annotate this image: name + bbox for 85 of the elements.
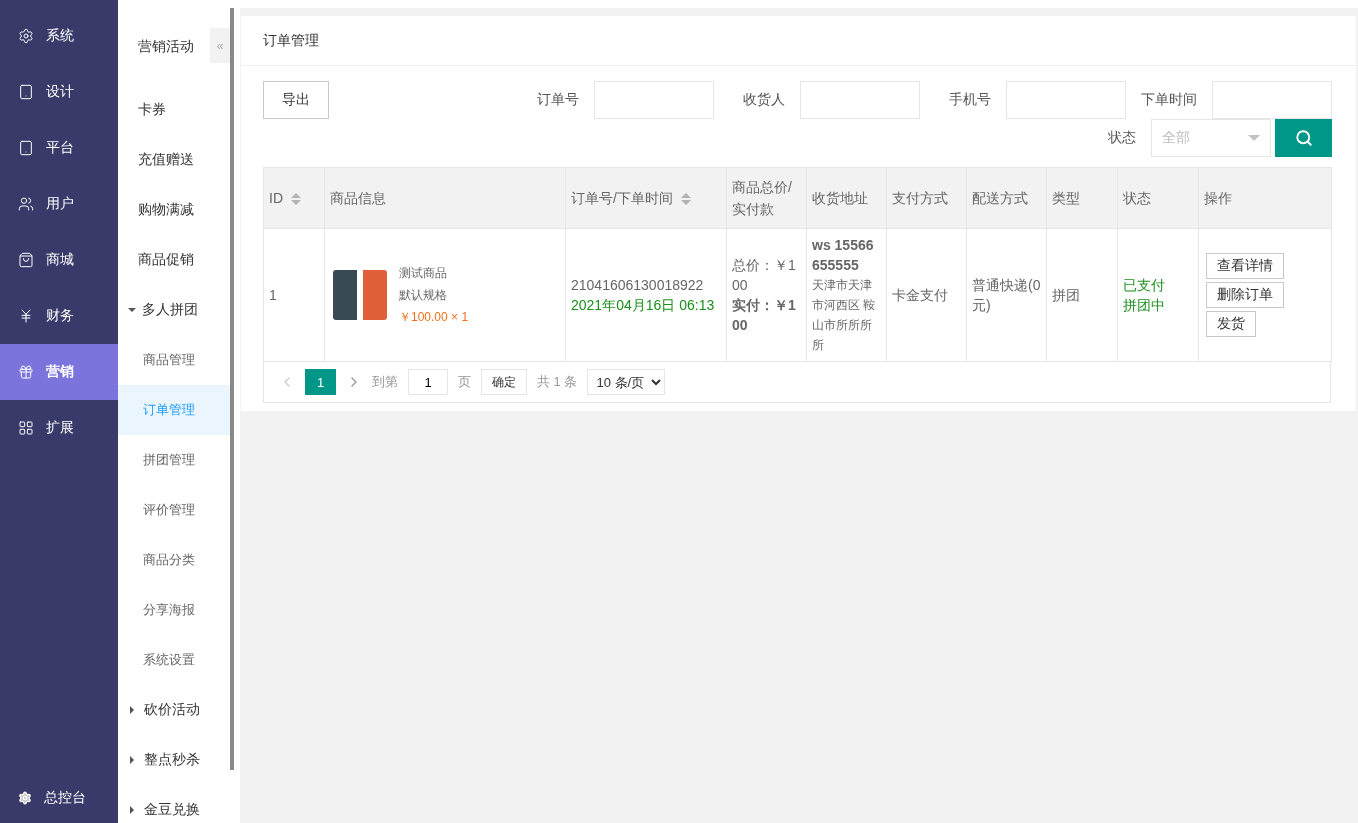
column-header: 支付方式 (886, 167, 967, 229)
order-number: 21041606130018922 (571, 276, 705, 295)
export-button[interactable]: 导出 (263, 81, 329, 119)
column-header: 类型 (1046, 167, 1118, 229)
submenu-item[interactable]: 评价管理 (118, 485, 230, 535)
submenu-item[interactable]: 砍价活动 (118, 685, 230, 735)
gift-icon (18, 364, 34, 380)
order-time: 2021年04月16日 06:13 (571, 296, 716, 315)
nav-item[interactable]: 商城 (0, 232, 118, 288)
field-label: 下单时间 (1140, 91, 1198, 109)
bag-icon (18, 252, 34, 268)
input-field[interactable] (800, 81, 920, 119)
page-unit: 页 (458, 373, 471, 391)
submenu-item[interactable]: 分享海报 (118, 585, 230, 635)
column-header[interactable]: 订单号/下单时间 (565, 167, 727, 229)
search-button[interactable] (1275, 119, 1332, 157)
users-icon (18, 196, 34, 212)
column-header[interactable]: ID (263, 167, 325, 229)
tablet-icon (18, 140, 34, 156)
search-icon (1294, 129, 1313, 147)
submenu-item[interactable]: 商品管理 (118, 335, 230, 385)
column-header: 商品信息 (324, 167, 566, 229)
nav-item[interactable]: 总控台 (0, 773, 118, 823)
submenu-item[interactable]: 购物满减 (118, 185, 230, 235)
confirm-button[interactable]: 确定 (481, 369, 527, 395)
field-label: 状态 (1107, 129, 1137, 147)
product-spec: 默认规格 (399, 287, 448, 304)
sort-icon[interactable] (680, 193, 691, 206)
submenu-title: 营销活动 (138, 38, 194, 56)
yen-icon (18, 308, 34, 324)
product-name: 测试商品 (399, 265, 448, 282)
settings-icon (18, 791, 32, 805)
settings-icon (18, 28, 34, 44)
column-header: 状态 (1117, 167, 1199, 229)
nav-item[interactable]: 财务 (0, 288, 118, 344)
sort-icon[interactable] (291, 193, 301, 206)
nav-item[interactable]: 平台 (0, 120, 118, 176)
field-label: 订单号 (536, 91, 580, 109)
submenu-item[interactable]: 整点秒杀 (118, 735, 230, 785)
nav-item[interactable]: 系统 (0, 8, 118, 64)
action-button[interactable]: 发货 (1206, 311, 1256, 337)
page-button[interactable]: 1 (305, 369, 336, 395)
column-header: 配送方式 (966, 167, 1047, 229)
submenu-item[interactable]: 金豆兑换 (118, 785, 230, 823)
tablet-icon (18, 84, 34, 100)
grid-icon (18, 420, 34, 436)
field-label: 手机号 (948, 91, 992, 109)
submenu-item[interactable]: 拼团管理 (118, 435, 230, 485)
table-cell: 拼团 (1046, 228, 1118, 362)
total-count: 共 1 条 (537, 373, 578, 391)
address: 天津市天津市河西区 鞍山市所所所所 (812, 277, 877, 354)
photo-placeholder (333, 270, 387, 320)
total-price: 总价：￥100 (732, 256, 797, 295)
submenu-item[interactable]: 系统设置 (118, 635, 230, 685)
nav-item[interactable]: 营销 (0, 344, 118, 400)
field-label: 收货人 (742, 91, 786, 109)
column-header: 商品总价/实付款 (726, 167, 807, 229)
action-button[interactable]: 删除订单 (1206, 282, 1284, 308)
submenu-item[interactable]: 充值赠送 (118, 135, 230, 185)
submenu-item[interactable]: 多人拼团 (118, 285, 230, 335)
status-text: 拼团中 (1123, 296, 1166, 315)
column-header: 操作 (1198, 167, 1332, 229)
page-size-select[interactable]: 10 条/页 (587, 369, 666, 395)
nav-item[interactable]: 设计 (0, 64, 118, 120)
input-field[interactable] (1212, 81, 1332, 119)
goto-label: 到第 (372, 373, 398, 391)
table-cell: 普通快递(0元) (966, 228, 1047, 362)
table-cell: 卡金支付 (886, 228, 967, 362)
status-text: 已支付 (1123, 276, 1166, 295)
submenu-item[interactable]: 商品促销 (118, 235, 230, 285)
product-price: ￥100.00 × 1 (399, 309, 469, 326)
submenu-item[interactable]: 卡券 (118, 85, 230, 135)
table-cell: 1 (263, 228, 325, 362)
input-field[interactable] (1006, 81, 1126, 119)
card-title: 订单管理 (241, 16, 1356, 66)
nav-item[interactable]: 扩展 (0, 400, 118, 456)
scrollbar-thumb[interactable] (230, 8, 234, 770)
input-field[interactable] (594, 81, 714, 119)
receiver: ws 15566655555 (812, 236, 875, 275)
column-header: 收货地址 (806, 167, 887, 229)
submenu-item[interactable]: 商品分类 (118, 535, 230, 585)
paid-amount: 实付：￥100 (732, 296, 797, 335)
page-input[interactable]: 1 (408, 369, 448, 395)
nav-item[interactable]: 用户 (0, 176, 118, 232)
action-button[interactable]: 查看详情 (1206, 253, 1284, 279)
